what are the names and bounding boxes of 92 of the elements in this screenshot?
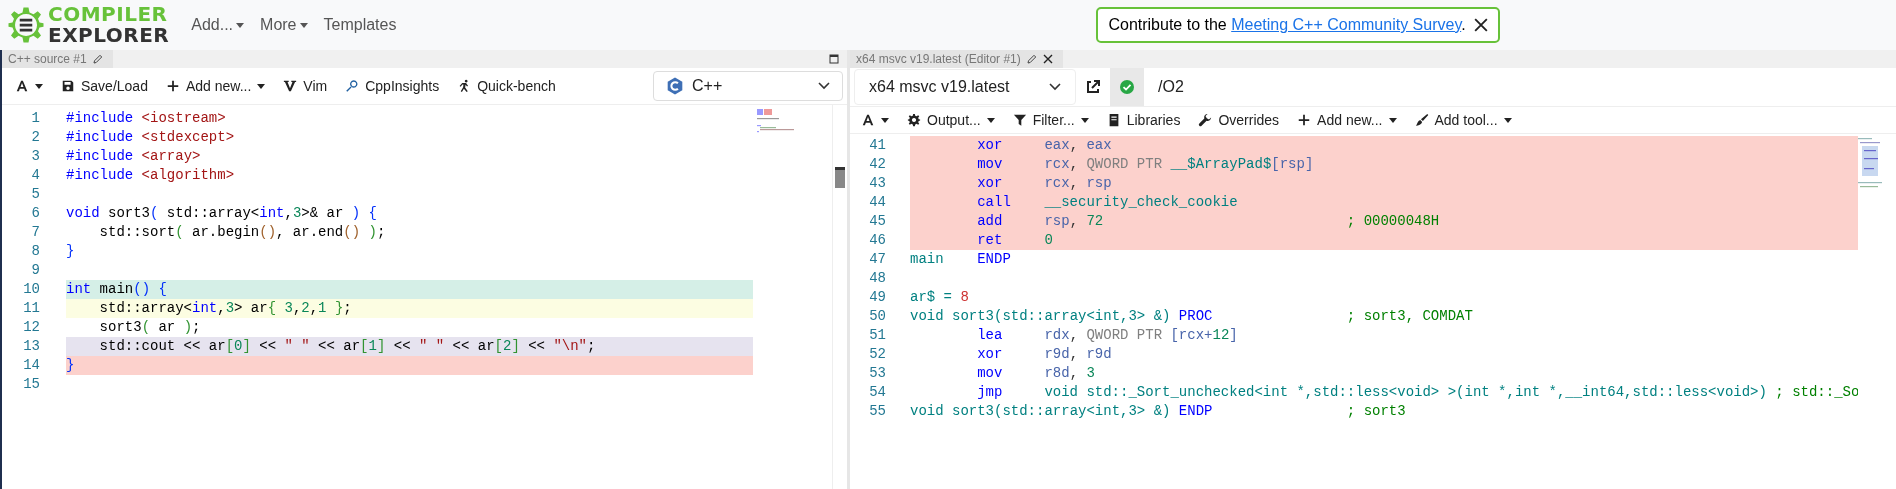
- brush-icon: [1414, 113, 1429, 127]
- line-number: 55: [868, 402, 886, 421]
- line-number: 15: [22, 375, 40, 394]
- line-number: 8: [30, 242, 40, 261]
- toolbar-button[interactable]: Filter...: [1005, 109, 1096, 131]
- toolbar-button[interactable]: Add tool...: [1407, 109, 1519, 131]
- code-line: lea rdx, QWORD PTR [rcx+12]: [976, 326, 1239, 345]
- line-number: 7: [30, 223, 40, 242]
- line-number: 49: [868, 288, 886, 307]
- line-number: 9: [30, 261, 40, 280]
- font-icon: [15, 79, 29, 93]
- toolbar-button[interactable]: Add new...: [158, 75, 273, 97]
- toolbar-button[interactable]: Quick-bench: [450, 75, 563, 97]
- hexagon-icon: [666, 77, 684, 95]
- code-line: void sort3(std::array<int,3> &) ENDP ; sort3: [910, 402, 1407, 421]
- tab-title: x64 msvc v19.latest (Editor #1): [856, 52, 1021, 66]
- code-line: void sort3( std::array<int,3>& ar ) {: [66, 204, 378, 223]
- menu-item[interactable]: Templates: [323, 16, 397, 34]
- line-number: 13: [22, 337, 40, 356]
- code-line: #include <array>: [66, 147, 202, 166]
- magnifier-icon: [345, 79, 360, 93]
- line-number: 44: [868, 193, 886, 212]
- line-number: 2: [30, 128, 40, 147]
- code-line: xor r9d, r9d: [976, 345, 1113, 364]
- line-number: 45: [868, 212, 886, 231]
- toolbar-button[interactable]: Vim: [276, 75, 335, 97]
- compiler-tab[interactable]: x64 msvc v19.latest (Editor #1): [850, 50, 1063, 68]
- line-number: 48: [868, 269, 886, 288]
- code-line: jmp void std::_Sort_unchecked<int *,std::less<void> >(int *,int *,__int64,std::less<void>) ; std::_So: [976, 383, 1858, 402]
- line-number: 41: [868, 136, 886, 155]
- gear-logo-icon: [6, 5, 46, 45]
- v-logo-icon: [283, 79, 298, 93]
- line-number: 54: [868, 383, 886, 402]
- line-number: 53: [868, 364, 886, 383]
- line-number: 42: [868, 155, 886, 174]
- logo-title: COMPILER: [48, 4, 169, 25]
- tab-title: C++ source #1: [8, 52, 87, 66]
- logo-subtitle: EXPLORER: [48, 25, 170, 46]
- code-line: #include <iostream>: [66, 109, 227, 128]
- code-line: mov r8d, 3: [976, 364, 1096, 383]
- line-number: 50: [868, 307, 886, 326]
- line-number: 11: [22, 299, 40, 318]
- code-line: sort3( ar );: [98, 318, 202, 337]
- line-number: 3: [30, 147, 40, 166]
- code-line: main ENDP: [910, 250, 1012, 269]
- code-line: ar$ = 8: [910, 288, 970, 307]
- close-icon[interactable]: [1042, 54, 1053, 64]
- compiler-select[interactable]: x64 msvc v19.latest: [854, 69, 1076, 105]
- check-icon: [1119, 79, 1135, 95]
- survey-link[interactable]: Meeting C++ Community Survey: [1231, 16, 1462, 33]
- pencil-icon[interactable]: [1026, 54, 1037, 64]
- toolbar-button[interactable]: CppInsights: [338, 75, 447, 97]
- toolbar-button[interactable]: Save/Load: [54, 75, 155, 97]
- code-line: }: [66, 242, 76, 261]
- line-number: 5: [30, 185, 40, 204]
- toolbar-button[interactable]: Libraries: [1099, 109, 1188, 131]
- line-number: 4: [30, 166, 40, 185]
- menu-item[interactable]: More: [260, 16, 308, 34]
- language-select[interactable]: C++: [653, 71, 843, 101]
- filter-icon: [1012, 113, 1027, 127]
- banner-message: Contribute to the Meeting C++ Community Survey.: [1108, 16, 1466, 34]
- chevron-down-icon: [1049, 83, 1061, 91]
- code-line: #include <stdexcept>: [66, 128, 236, 147]
- toolbar-button[interactable]: Output...: [900, 109, 1002, 131]
- line-number: 14: [22, 356, 40, 375]
- toolbar-button[interactable]: Overrides: [1191, 109, 1287, 131]
- font-icon: [861, 113, 875, 127]
- wrench-icon: [1198, 113, 1213, 127]
- close-icon[interactable]: [1473, 18, 1488, 32]
- maximize-icon[interactable]: [829, 54, 839, 64]
- line-number: 51: [868, 326, 886, 345]
- menu-item[interactable]: Add...: [191, 16, 245, 34]
- code-line: #include <algorithm>: [66, 166, 236, 185]
- scrollbar-thumb[interactable]: [835, 167, 845, 188]
- editor-tab[interactable]: C++ source #1: [2, 50, 113, 68]
- line-number: 46: [868, 231, 886, 250]
- code-line: void sort3(std::array<int,3> &) PROC ; sort3, COMDAT: [910, 307, 1474, 326]
- plus-icon: [165, 79, 180, 93]
- line-number: 43: [868, 174, 886, 193]
- gear-icon: [907, 113, 921, 127]
- line-number: 6: [30, 204, 40, 223]
- pencil-icon[interactable]: [92, 54, 103, 64]
- code-line: std::sort( ar.begin(), ar.end() );: [98, 223, 387, 242]
- external-link-icon: [1085, 79, 1101, 95]
- plus-icon: [1297, 113, 1312, 127]
- line-number: 12: [22, 318, 40, 337]
- chevron-down-icon: [818, 82, 830, 90]
- line-number: 1: [30, 109, 40, 128]
- line-number: 52: [868, 345, 886, 364]
- line-number: 47: [868, 250, 886, 269]
- line-number: 10: [22, 280, 40, 299]
- toolbar-button[interactable]: Add new...: [1290, 109, 1404, 131]
